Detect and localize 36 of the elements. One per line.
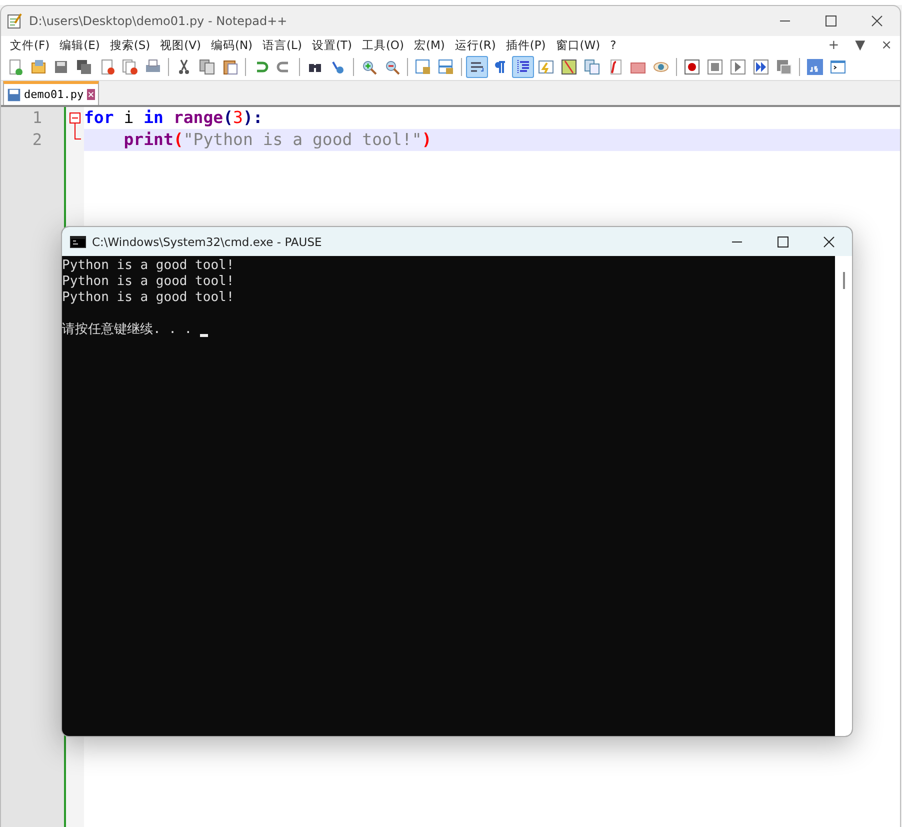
- console-icon: [70, 236, 86, 248]
- menu-item[interactable]: 搜索(S): [104, 38, 156, 52]
- menu-item[interactable]: 窗口(W): [550, 38, 606, 52]
- menu-glyph[interactable]: +: [828, 38, 840, 52]
- scrollbar-thumb[interactable]: [842, 272, 844, 289]
- menu-item[interactable]: 语言(L): [258, 38, 307, 52]
- menu-glyph[interactable]: ▼: [855, 38, 866, 52]
- menu-item[interactable]: 插件(P): [500, 38, 551, 52]
- menu-item[interactable]: 运行(R): [450, 38, 501, 52]
- js-icon[interactable]: [804, 56, 826, 78]
- line-number: 2: [32, 130, 42, 149]
- console-title: C:\Windows\System32\cmd.exe - PAUSE: [92, 234, 322, 248]
- menu-glyph[interactable]: ×: [881, 38, 892, 52]
- console-line: Python is a good tool!: [62, 274, 234, 290]
- console-line: Python is a good tool!: [62, 290, 234, 306]
- menu-item[interactable]: 文件(F): [5, 38, 55, 52]
- menu-item[interactable]: 宏(M): [408, 38, 450, 52]
- notepad-icon: [7, 13, 23, 29]
- menu-item[interactable]: 设置(T): [306, 38, 357, 52]
- menu-item[interactable]: ?: [605, 38, 622, 52]
- word-wrap-icon[interactable]: [466, 56, 488, 78]
- menu-item[interactable]: 编辑(E): [54, 38, 105, 52]
- window-title: D:\users\Desktop\demo01.py - Notepad++: [29, 14, 288, 28]
- indent-guide-icon[interactable]: [512, 56, 534, 78]
- menu-item[interactable]: 视图(V): [155, 38, 206, 52]
- tab-label: demo01.py: [24, 88, 84, 101]
- tab-close[interactable]: ×: [86, 89, 96, 100]
- menu-item[interactable]: 编码(N): [206, 38, 258, 52]
- console-line: 请按任意键继续. . .: [62, 322, 194, 338]
- file-tab[interactable]: demo01.py ×: [3, 81, 100, 105]
- menu-item[interactable]: 工具(O): [356, 38, 409, 52]
- console-line: Python is a good tool!: [62, 258, 234, 274]
- text-cursor: [200, 334, 208, 337]
- code-line: for i in range(3):: [84, 107, 264, 129]
- line-number: 1: [32, 108, 42, 127]
- save-icon: [7, 88, 21, 102]
